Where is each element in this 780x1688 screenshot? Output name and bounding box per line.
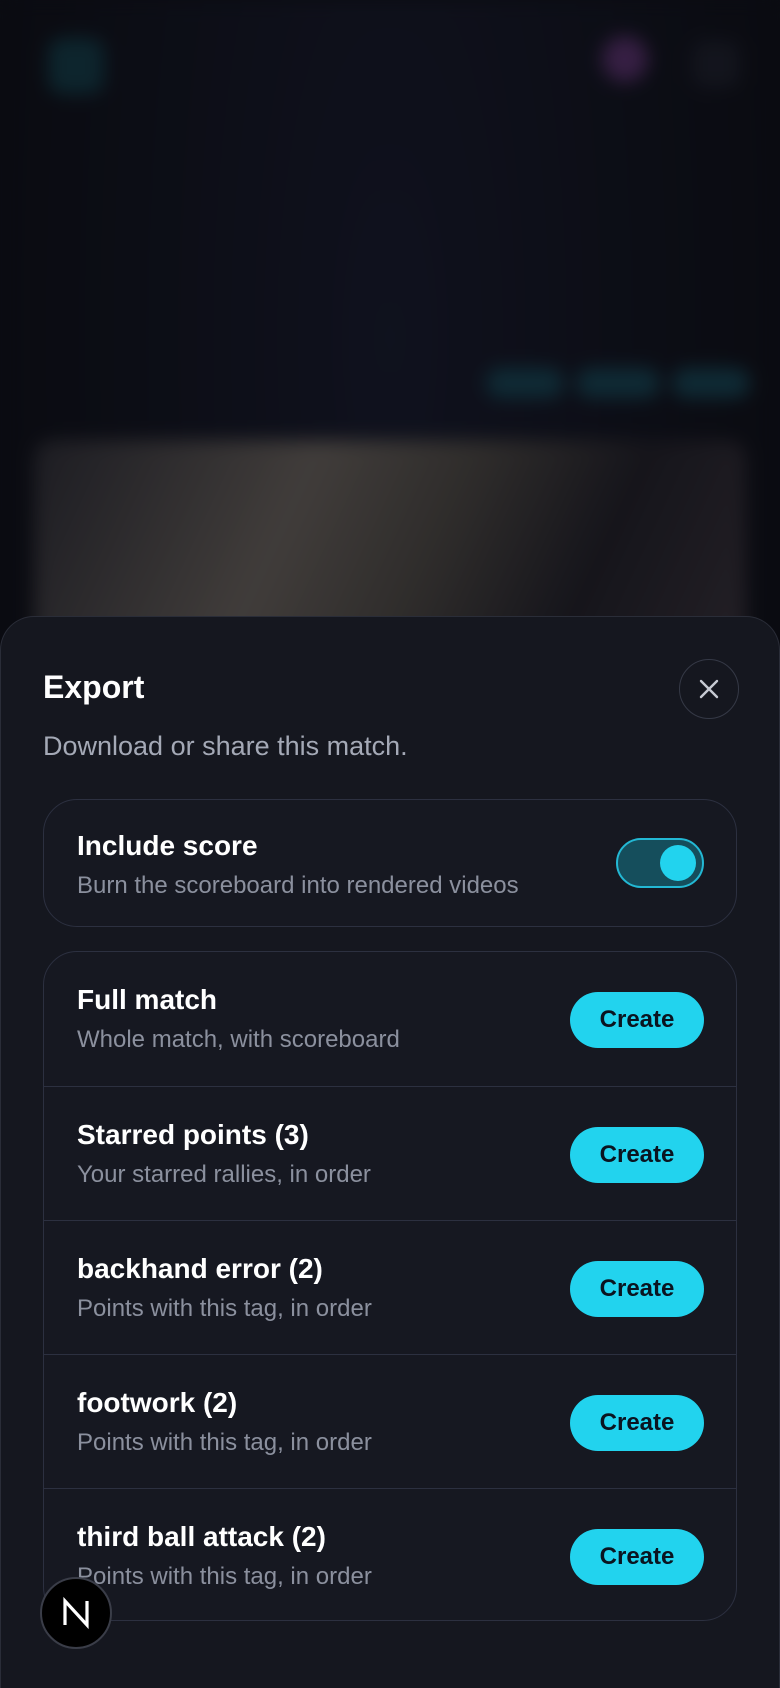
include-score-description: Burn the scoreboard into rendered videos: [77, 872, 519, 899]
export-row-title: Starred points (3): [77, 1119, 309, 1150]
export-row-description: Whole match, with scoreboard: [77, 1026, 400, 1053]
export-row-backhand-error: backhand error (2) Points with this tag,…: [44, 1220, 736, 1354]
tag-pill: [576, 368, 660, 398]
export-row-third-ball-attack: third ball attack (2) Points with this t…: [44, 1488, 736, 1620]
n-logo-icon: [63, 1596, 89, 1630]
sheet-subtitle: Download or share this match.: [43, 731, 408, 761]
include-score-card: Include score Burn the scoreboard into r…: [43, 799, 737, 927]
export-row-description: Points with this tag, in order: [77, 1563, 372, 1590]
include-score-title: Include score: [77, 830, 258, 861]
create-full-match-button[interactable]: Create: [570, 992, 704, 1048]
export-row-footwork: footwork (2) Points with this tag, in or…: [44, 1354, 736, 1488]
tag-pill: [486, 368, 564, 398]
create-third-ball-attack-button[interactable]: Create: [570, 1529, 704, 1585]
app-root: Export Download or share this match. Inc…: [0, 0, 780, 1688]
export-row-description: Your starred rallies, in order: [77, 1161, 371, 1188]
create-starred-points-button[interactable]: Create: [570, 1127, 704, 1183]
export-row-title: backhand error (2): [77, 1253, 323, 1284]
export-row-title: footwork (2): [77, 1387, 238, 1418]
close-icon: [699, 679, 719, 699]
create-footwork-button[interactable]: Create: [570, 1395, 704, 1451]
export-row-description: Points with this tag, in order: [77, 1429, 372, 1456]
export-row-starred-points: Starred points (3) Your starred rallies,…: [44, 1086, 736, 1220]
export-options-list: Full match Whole match, with scoreboard …: [43, 951, 737, 1621]
background-header: [40, 28, 740, 98]
n-badge-button[interactable]: [40, 1577, 112, 1649]
export-sheet: Export Download or share this match. Inc…: [0, 616, 780, 1688]
create-backhand-error-button[interactable]: Create: [570, 1261, 704, 1317]
sheet-title: Export: [43, 669, 145, 705]
close-button[interactable]: [679, 659, 739, 719]
tag-pills-blurred: [486, 368, 750, 398]
app-logo: [48, 38, 104, 94]
export-row-description: Points with this tag, in order: [77, 1295, 372, 1322]
menu-icon: [692, 40, 740, 88]
toggle-knob: [660, 845, 696, 881]
export-row-title: Full match: [77, 984, 218, 1015]
export-row-full-match: Full match Whole match, with scoreboard …: [44, 952, 736, 1086]
tag-pill: [672, 368, 750, 398]
avatar: [602, 36, 648, 82]
export-row-title: third ball attack (2): [77, 1521, 326, 1552]
include-score-toggle[interactable]: [616, 838, 704, 888]
